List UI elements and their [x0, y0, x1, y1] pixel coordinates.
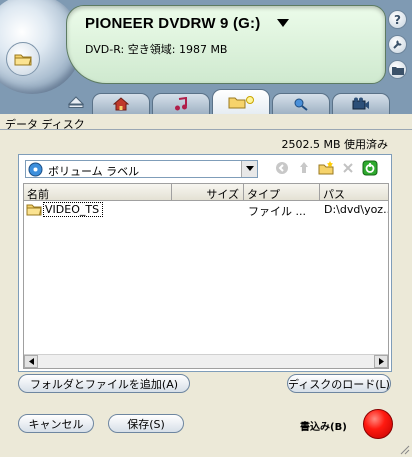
horizontal-scrollbar[interactable] [24, 354, 388, 368]
volume-label-combo[interactable]: ボリューム ラベル [25, 160, 258, 178]
cd-icon [28, 162, 43, 177]
help-button[interactable]: ? [388, 10, 407, 29]
folder-icon [391, 66, 404, 75]
delete-button[interactable] [339, 159, 357, 177]
add-files-button[interactable]: フォルダとファイルを追加(A) [18, 374, 190, 393]
volume-label-text[interactable]: ボリューム ラベル [48, 163, 139, 179]
new-folder-icon [318, 161, 334, 175]
help-icon: ? [394, 12, 401, 27]
disc-usage: 2502.5 MB 使用済み [281, 138, 388, 151]
chevron-right-icon [378, 358, 384, 365]
tab-video[interactable] [332, 93, 390, 114]
back-arrow-icon [276, 162, 288, 174]
file-browser: ボリューム ラベル 名前 サイズ タイプ パス VIDEO_TS ファイル ..… [18, 154, 392, 372]
burn-button[interactable] [363, 409, 393, 439]
col-type[interactable]: タイプ [244, 184, 320, 201]
scroll-left-button[interactable] [24, 355, 38, 368]
new-folder-button[interactable] [317, 159, 335, 177]
up-folder-button[interactable] [295, 159, 313, 177]
house-icon [113, 97, 129, 111]
divider [0, 129, 412, 130]
drive-title[interactable]: PIONEER DVDRW 9 (G:) [85, 15, 260, 32]
save-button[interactable]: 保存(S) [108, 414, 184, 433]
drive-display: PIONEER DVDRW 9 (G:) DVD-R: 空き領域: 1987 M… [66, 5, 386, 84]
drive-free-space: DVD-R: 空き領域: 1987 MB [85, 43, 228, 56]
wrench-icon [393, 40, 402, 49]
eject-icon [68, 96, 84, 108]
chevron-down-icon [245, 166, 254, 171]
file-name[interactable]: VIDEO_TS [43, 202, 103, 217]
cancel-button[interactable]: キャンセル [18, 414, 94, 433]
back-button[interactable] [273, 159, 291, 177]
chevron-down-icon[interactable] [276, 17, 290, 29]
list-header: 名前 サイズ タイプ パス [24, 184, 388, 201]
tab-home[interactable] [92, 93, 150, 114]
close-icon [343, 163, 353, 173]
col-path[interactable]: パス [320, 184, 388, 201]
scroll-right-button[interactable] [374, 355, 388, 368]
open-folder-button[interactable] [388, 60, 407, 79]
refresh-icon [362, 160, 378, 176]
tab-tools[interactable] [272, 93, 330, 114]
up-folder-icon [300, 162, 308, 173]
drive-skin: PIONEER DVDRW 9 (G:) DVD-R: 空き領域: 1987 M… [0, 0, 412, 114]
refresh-button[interactable] [361, 159, 379, 177]
eject-button[interactable] [62, 90, 90, 114]
folder-icon [26, 204, 42, 216]
tab-music[interactable] [152, 93, 210, 114]
file-list[interactable]: 名前 サイズ タイプ パス VIDEO_TS ファイル ... D:\dvd\y… [23, 183, 389, 369]
tab-data[interactable] [212, 89, 270, 114]
col-size[interactable]: サイズ [172, 184, 244, 201]
table-row[interactable]: VIDEO_TS ファイル ... D:\dvd\yoz... [24, 201, 388, 218]
chevron-left-icon [28, 358, 34, 365]
folder-icon[interactable] [6, 42, 40, 76]
col-name[interactable]: 名前 [24, 184, 172, 201]
data-disc-icon [228, 96, 254, 109]
burn-label: 書込み(B) [300, 422, 347, 433]
settings-button[interactable] [388, 35, 407, 54]
video-icon [352, 97, 369, 110]
combo-dropdown-button[interactable] [241, 161, 257, 177]
file-type: ファイル ... [248, 205, 306, 218]
tools-icon [294, 98, 308, 111]
file-path: D:\dvd\yoz... [324, 203, 388, 216]
load-disc-button[interactable]: ディスクのロード(L) [287, 374, 391, 393]
music-note-icon [175, 97, 187, 111]
resize-grip-icon[interactable] [400, 445, 410, 455]
